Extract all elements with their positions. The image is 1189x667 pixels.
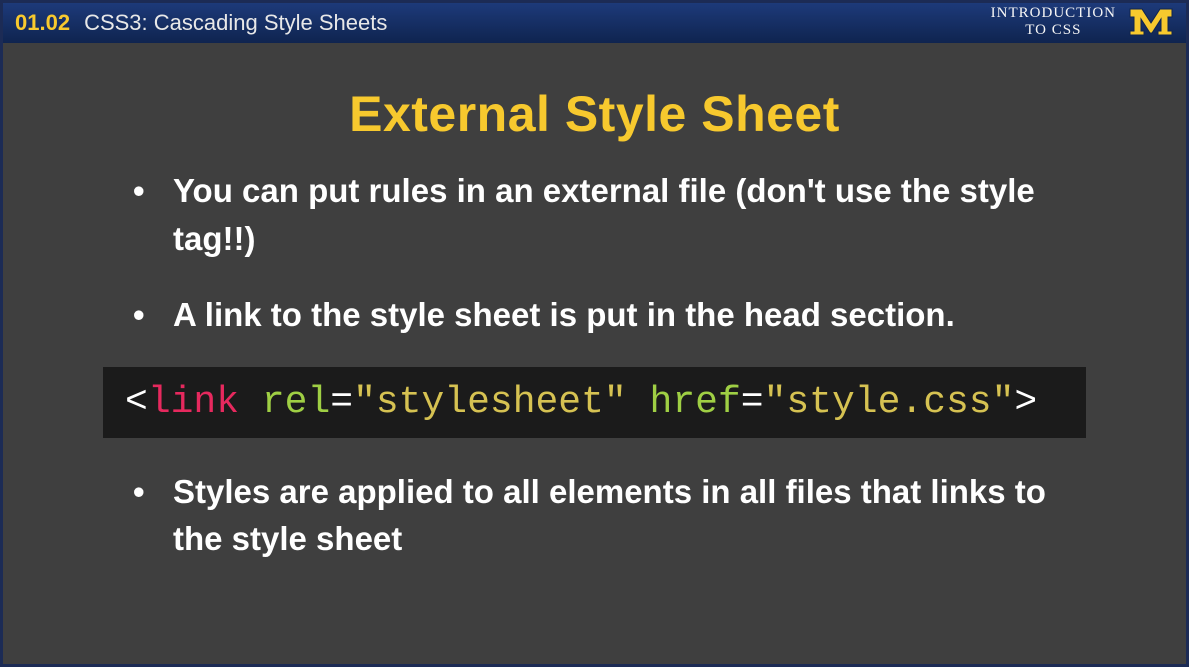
code-attr: rel <box>262 381 330 424</box>
course-title: INTRODUCTION TO CSS <box>991 5 1116 39</box>
code-eq: = <box>741 381 764 424</box>
slide: 01.02 CSS3: Cascading Style Sheets INTRO… <box>0 0 1189 667</box>
code-eq: = <box>330 381 353 424</box>
code-attr: href <box>650 381 741 424</box>
bullet-list-bottom: Styles are applied to all elements in al… <box>73 468 1116 564</box>
top-bar: 01.02 CSS3: Cascading Style Sheets INTRO… <box>3 3 1186 43</box>
lecture-title: CSS3: Cascading Style Sheets <box>84 10 387 36</box>
code-tag: link <box>148 381 239 424</box>
course-title-line1: INTRODUCTION <box>991 5 1116 22</box>
bullet-item: You can put rules in an external file (d… <box>133 167 1076 263</box>
course-title-line2: TO CSS <box>991 22 1116 39</box>
slide-content: External Style Sheet You can put rules i… <box>3 43 1186 563</box>
slide-title: External Style Sheet <box>73 85 1116 143</box>
michigan-logo-icon <box>1128 5 1174 39</box>
code-block: <link rel="stylesheet" href="style.css"> <box>103 367 1086 438</box>
code-string: "style.css" <box>764 381 1015 424</box>
code-punct: > <box>1014 381 1037 424</box>
bullet-item: Styles are applied to all elements in al… <box>133 468 1076 564</box>
chapter-number: 01.02 <box>15 10 70 36</box>
code-string: "stylesheet" <box>353 381 627 424</box>
bullet-item: A link to the style sheet is put in the … <box>133 291 1076 339</box>
code-punct: < <box>125 381 148 424</box>
bullet-list-top: You can put rules in an external file (d… <box>73 167 1116 339</box>
